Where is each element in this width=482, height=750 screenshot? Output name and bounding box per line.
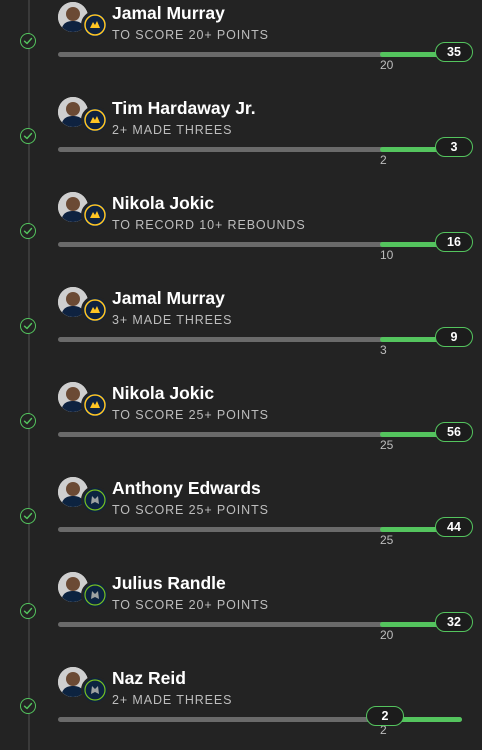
actual-value-pill: 56 bbox=[435, 422, 473, 442]
threshold-value: 10 bbox=[380, 248, 394, 262]
prop-label: 2+ MADE THREES bbox=[112, 693, 233, 707]
check-icon bbox=[20, 223, 36, 239]
leg-row[interactable]: Anthony Edwards TO SCORE 25+ POINTS 25 4… bbox=[0, 475, 482, 570]
player-name: Tim Hardaway Jr. bbox=[112, 98, 256, 118]
prop-label: TO SCORE 20+ POINTS bbox=[112, 28, 269, 42]
player-name: Anthony Edwards bbox=[112, 478, 261, 498]
actual-value-pill: 44 bbox=[435, 517, 473, 537]
player-name: Jamal Murray bbox=[112, 288, 225, 308]
leg-row[interactable]: Jamal Murray TO SCORE 20+ POINTS 20 35 bbox=[0, 0, 482, 95]
threshold-value: 20 bbox=[380, 628, 394, 642]
player-name: Nikola Jokic bbox=[112, 383, 215, 403]
check-icon bbox=[20, 508, 36, 524]
timberwolves-logo-icon bbox=[81, 676, 109, 704]
actual-value-pill: 2 bbox=[366, 706, 404, 726]
prop-label: 2+ MADE THREES bbox=[112, 123, 233, 137]
threshold-value: 3 bbox=[380, 343, 387, 357]
leg-row[interactable]: Julius Randle TO SCORE 20+ POINTS 20 32 bbox=[0, 570, 482, 665]
player-name: Nikola Jokic bbox=[112, 193, 215, 213]
threshold-value: 25 bbox=[380, 438, 394, 452]
threshold-value: 25 bbox=[380, 533, 394, 547]
threshold-value: 20 bbox=[380, 58, 394, 72]
check-icon bbox=[20, 33, 36, 49]
player-name: Naz Reid bbox=[112, 668, 186, 688]
nuggets-logo-icon bbox=[81, 106, 109, 134]
actual-value-pill: 16 bbox=[435, 232, 473, 252]
prop-label: 3+ MADE THREES bbox=[112, 313, 233, 327]
actual-value-pill: 3 bbox=[435, 137, 473, 157]
nuggets-logo-icon bbox=[81, 11, 109, 39]
check-icon bbox=[20, 128, 36, 144]
threshold-value: 2 bbox=[380, 153, 387, 167]
prop-label: TO SCORE 25+ POINTS bbox=[112, 503, 269, 517]
prop-label: TO SCORE 20+ POINTS bbox=[112, 598, 269, 612]
actual-value-pill: 32 bbox=[435, 612, 473, 632]
prop-label: TO RECORD 10+ REBOUNDS bbox=[112, 218, 306, 232]
player-name: Julius Randle bbox=[112, 573, 226, 593]
leg-row[interactable]: Tim Hardaway Jr. 2+ MADE THREES 2 3 bbox=[0, 95, 482, 190]
nuggets-logo-icon bbox=[81, 391, 109, 419]
actual-value-pill: 9 bbox=[435, 327, 473, 347]
leg-row[interactable]: Jamal Murray 3+ MADE THREES 3 9 bbox=[0, 285, 482, 380]
leg-row[interactable]: Nikola Jokic TO RECORD 10+ REBOUNDS 10 1… bbox=[0, 190, 482, 285]
nuggets-logo-icon bbox=[81, 296, 109, 324]
leg-row[interactable]: Nikola Jokic TO SCORE 25+ POINTS 25 56 bbox=[0, 380, 482, 475]
check-icon bbox=[20, 318, 36, 334]
check-icon bbox=[20, 698, 36, 714]
nuggets-logo-icon bbox=[81, 201, 109, 229]
player-name: Jamal Murray bbox=[112, 3, 225, 23]
leg-row[interactable]: Naz Reid 2+ MADE THREES 2 2 bbox=[0, 665, 482, 750]
parlay-legs-list: Jamal Murray TO SCORE 20+ POINTS 20 35 T… bbox=[0, 0, 482, 750]
check-icon bbox=[20, 603, 36, 619]
prop-label: TO SCORE 25+ POINTS bbox=[112, 408, 269, 422]
check-icon bbox=[20, 413, 36, 429]
timberwolves-logo-icon bbox=[81, 581, 109, 609]
actual-value-pill: 35 bbox=[435, 42, 473, 62]
timberwolves-logo-icon bbox=[81, 486, 109, 514]
